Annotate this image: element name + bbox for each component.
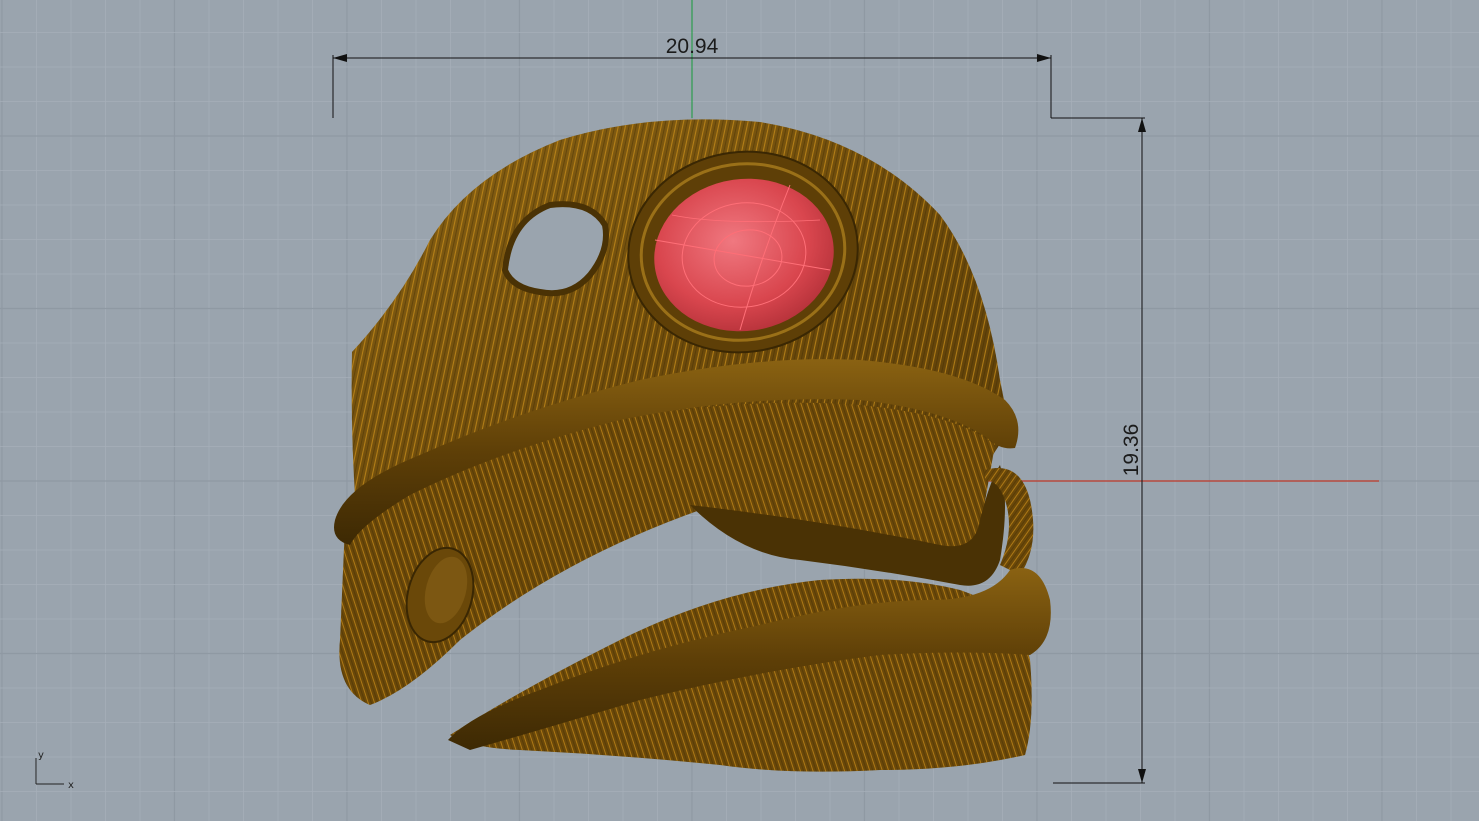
- axis-x-label: x: [68, 780, 74, 791]
- axis-y-label: y: [38, 750, 44, 761]
- vertical-dimension-label: 19.36: [1120, 424, 1143, 477]
- viewport-canvas[interactable]: 20.94 19.36 x y: [0, 0, 1479, 821]
- horizontal-dimension[interactable]: 20.94: [332, 35, 1145, 119]
- rhino-viewport[interactable]: 20.94 19.36 x y: [0, 0, 1479, 821]
- axis-indicator-icon: x y: [35, 750, 74, 791]
- vertical-dimension[interactable]: 19.36: [1053, 118, 1146, 784]
- horizontal-dimension-label: 20.94: [666, 35, 719, 58]
- ring-model[interactable]: [334, 119, 1051, 772]
